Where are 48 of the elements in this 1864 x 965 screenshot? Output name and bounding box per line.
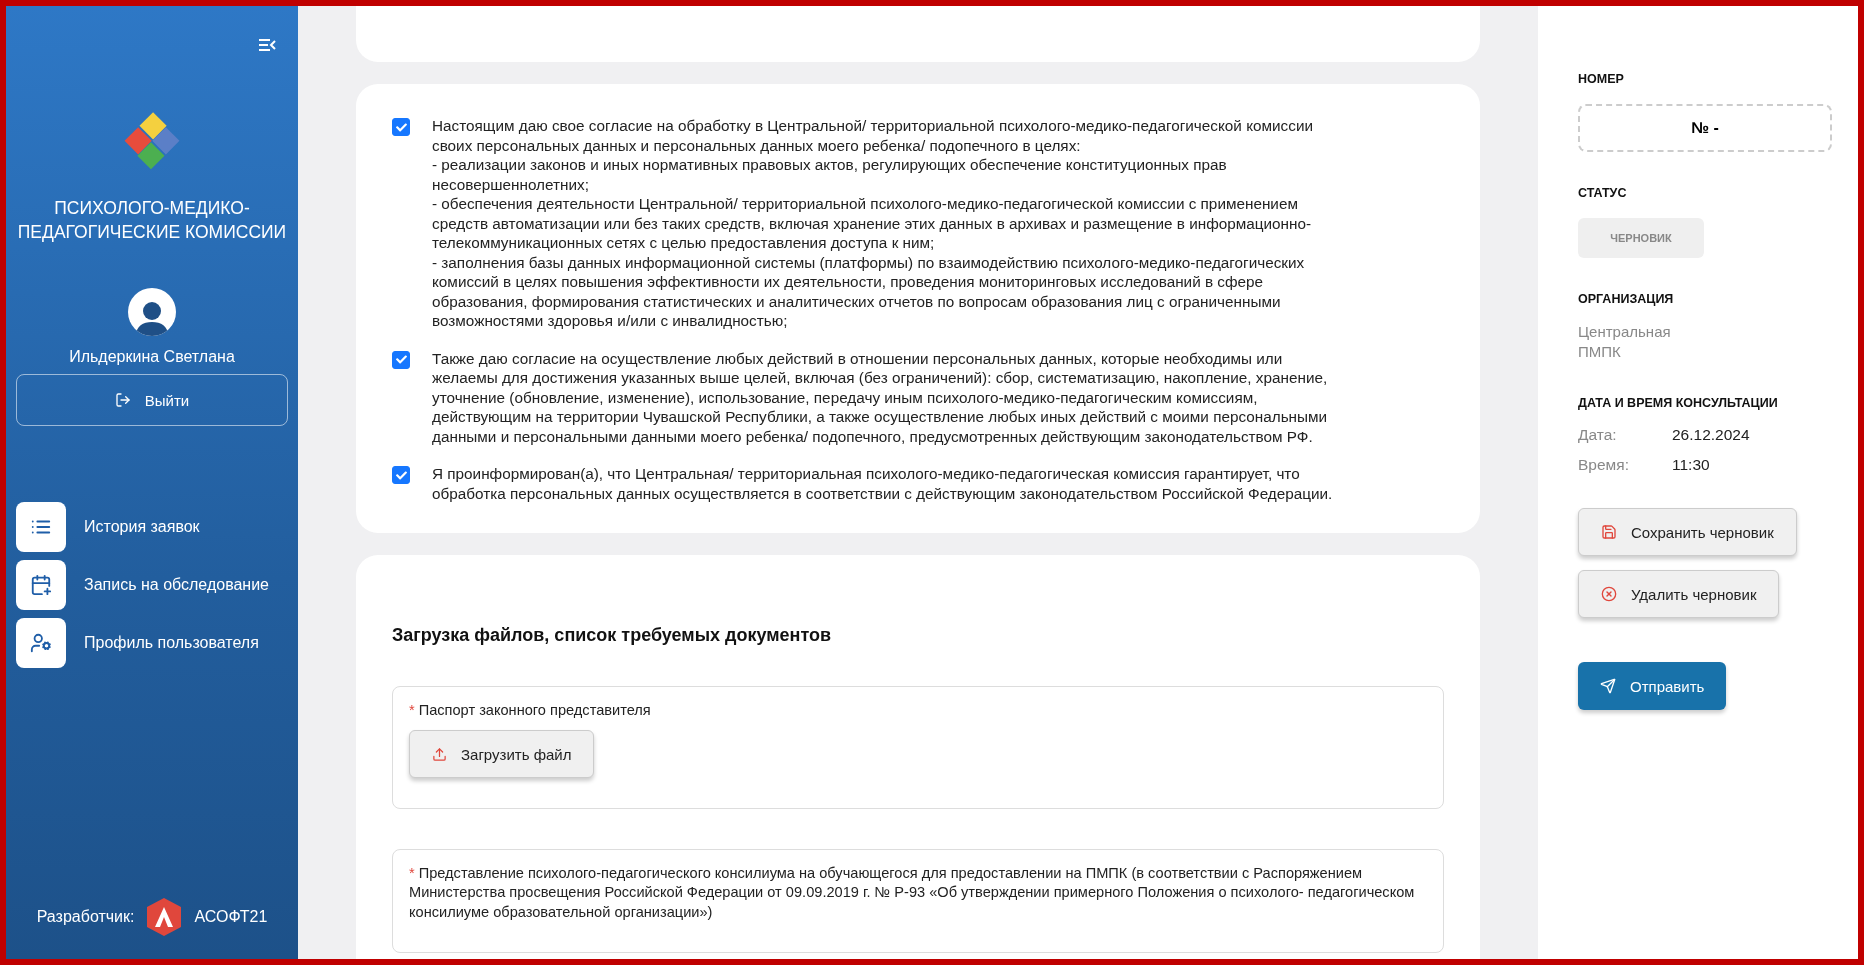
nav-item[interactable]: Запись на обследование [16, 560, 288, 610]
save-icon [1601, 524, 1617, 540]
app-title: ПСИХОЛОГО-МЕДИКО-ПЕДАГОГИЧЕСКИЕ КОМИССИИ [16, 197, 288, 244]
calendar-icon [16, 560, 66, 610]
consent-text: Я проинформирован(а), что Центральная/ территориальная психолого-медико-педагогическая комиссия гарантирует, что обработка персональных данных осуществляется в соответствии с действующим законодательством Российской Федерации. [432, 464, 1334, 503]
delete-draft-button[interactable]: Удалить черновик [1578, 570, 1780, 618]
collapse-menu-icon[interactable] [258, 38, 276, 52]
nav-item[interactable]: История заявок [16, 502, 288, 552]
checkmark-icon [395, 354, 407, 365]
nav-item[interactable]: Профиль пользователя [16, 618, 288, 668]
nav-label: Запись на обследование [84, 576, 269, 594]
section-title: Загрузка файлов, список требуемых документов [392, 625, 833, 646]
number-field: № - [1578, 104, 1832, 152]
checkbox[interactable] [392, 350, 410, 369]
send-icon [1600, 678, 1616, 694]
send-button[interactable]: Отправить [1578, 662, 1727, 710]
time-value: 11:30 [1672, 456, 1711, 474]
organization-name: Центральная ПМПК [1578, 322, 1672, 362]
logout-icon [114, 392, 131, 408]
checkmark-icon [395, 469, 407, 481]
developer-name: АСОФТ21 [194, 908, 268, 926]
checkmark-icon [395, 121, 407, 133]
field-label: ОРГАНИЗАЦИЯ [1578, 292, 1675, 306]
list-icon [16, 502, 66, 552]
file-label: * Паспорт законного представителя [409, 701, 652, 720]
consent-text: Настоящим даю свое согласие на обработку в Центральной/ территориальной психолого-медико-педагогической комиссии своих персональных данных и персональных данных моего ребенка/ подопечного в целях: - реализации законов и иных нормативных правовых актов, регулирующих обеспечение конституционных прав несовершеннолетних; - обеспечения деятельности Центральной/ территориальной психолого-медико-педагогической комиссии с применением средств автоматизации или без таких средств, включая хранение этих данных в архивах и размещение в информационно-телекоммуникационных сетях с целью предоставления доступа к ним; - заполнения базы данных информационной системы (платформы) по взаимодействию психолого-медико-педагогических комиссий в целях повышения эффективности их деятельности, проведения мониторинговых исследований в сфере образования, формирования статистических и аналитических отчетов по вопросам образования лиц с ограниченными возможностями здоровья и/или с инвалидностью; [432, 116, 1314, 331]
save-draft-button[interactable]: Сохранить черновик [1578, 508, 1797, 556]
field-label: СТАТУС [1578, 186, 1628, 200]
developer-label: Разработчик: [36, 908, 135, 926]
date-label: Дата: [1578, 426, 1618, 444]
checkbox[interactable] [392, 118, 410, 136]
nav-label: История заявок [84, 518, 200, 536]
nav-label: Профиль пользователя [84, 634, 259, 652]
upload-button[interactable]: Загрузить файл [409, 730, 595, 779]
avatar [128, 288, 176, 336]
close-circle-icon [1601, 586, 1617, 602]
user-settings-icon [16, 618, 66, 668]
logout-button[interactable]: Выйти [16, 374, 288, 426]
user-name: Ильдеркина Светлана [68, 348, 236, 366]
consent-text: Также даю согласие на осуществление любых действий в отношении персональных данных, которые необходимы или желаемы для достижения указанных выше целей, включая (без ограничений): сбор, систематизацию, накопление, хранение, уточнение (обновление, изменение), использование, передачу иным психолого-медико-педагогическим комиссиям, действующим на территории Чувашской Республики, а также осуществление любых иных действий с моими персональными данными и персональными данными моего ребенка/ подопечного, предусмотренных действующим законодательством РФ. [432, 348, 1329, 446]
field-label: НОМЕР [1578, 72, 1625, 86]
time-label: Время: [1578, 456, 1630, 474]
file-label: * Представление психолого-педагогического консилиума на обучающегося для предоставлении на ПМПК (в соответствии с Распоряжением Министерства просвещения Российской Федерации от 09.09.2019 г. № Р-93 «Об утверждении примерного Положения о психолого- педагогическом консилиуме образовательной организации») [409, 864, 1416, 922]
date-value: 26.12.2024 [1672, 426, 1751, 444]
checkbox[interactable] [392, 466, 410, 484]
field-label: ДАТА И ВРЕМЯ КОНСУЛЬТАЦИИ [1578, 396, 1779, 410]
status-badge: ЧЕРНОВИК [1578, 218, 1704, 258]
upload-icon [432, 746, 447, 762]
